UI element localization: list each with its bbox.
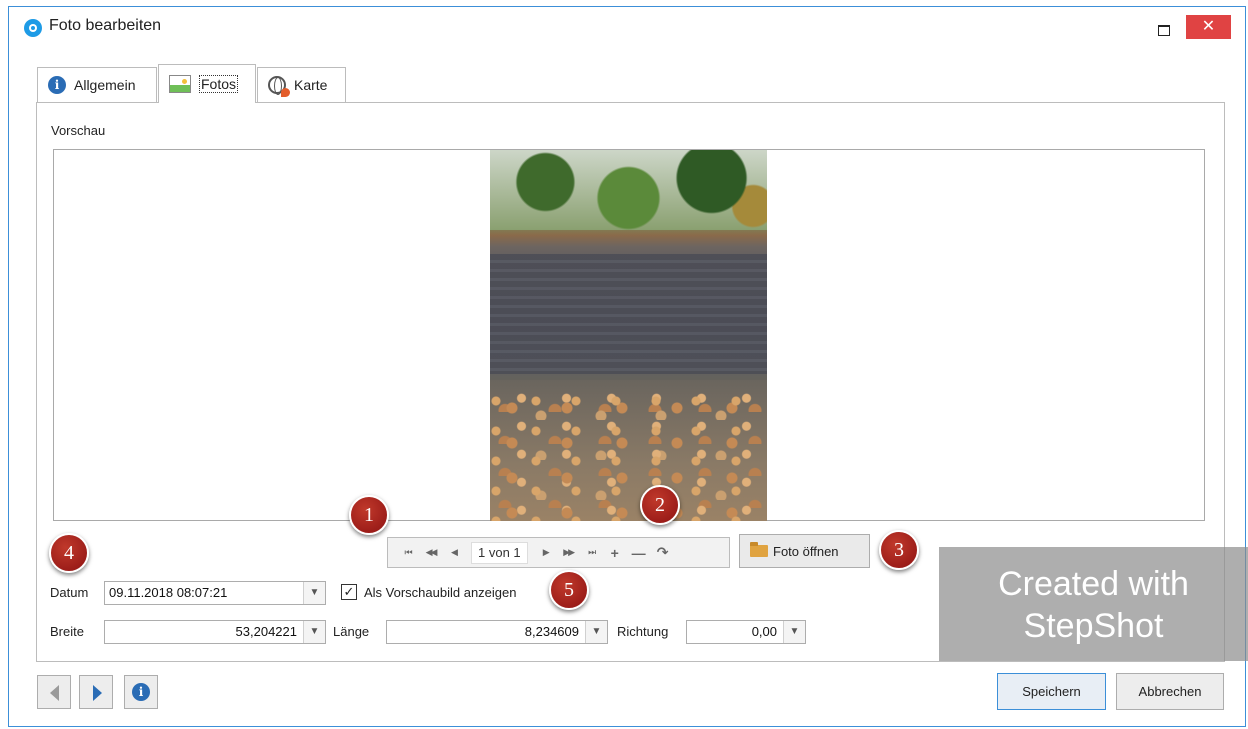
info-icon: i — [48, 76, 66, 94]
step-marker-3: 3 — [879, 530, 919, 570]
previous-photo-button[interactable] — [37, 675, 71, 709]
remove-record-button[interactable]: — — [627, 545, 651, 561]
date-value: 09.11.2018 08:07:21 — [109, 585, 228, 600]
date-field[interactable]: 09.11.2018 08:07:21 ▼ — [104, 581, 326, 605]
longitude-field[interactable]: 8,234609 ▼ — [386, 620, 608, 644]
add-record-button[interactable]: + — [603, 545, 627, 561]
photo-trees — [490, 150, 767, 230]
next-page-button[interactable]: ▶▶ — [557, 547, 580, 558]
step-marker-5: 5 — [549, 570, 589, 610]
longitude-label: Länge — [333, 624, 370, 639]
tab-karte[interactable]: Karte — [257, 67, 346, 102]
previous-record-button[interactable]: ◀ — [442, 547, 465, 558]
tab-fotos-label: Fotos — [199, 75, 239, 93]
preview-checkbox[interactable]: ✓ — [341, 584, 357, 600]
info-button[interactable]: i — [124, 675, 158, 709]
tab-fotos[interactable]: Fotos — [158, 64, 256, 103]
photo-icon — [169, 75, 191, 93]
tab-allgemein[interactable]: i Allgemein — [37, 67, 157, 102]
chevron-down-icon[interactable]: ▼ — [783, 621, 805, 643]
latitude-value: 53,204221 — [235, 624, 297, 639]
maximize-button[interactable] — [1150, 18, 1176, 40]
stepshot-watermark: Created with StepShot — [939, 547, 1248, 661]
open-photo-button[interactable]: Foto öffnen — [739, 534, 870, 568]
rotate-button[interactable]: ↷ — [651, 544, 675, 561]
step-marker-4: 4 — [49, 533, 89, 573]
next-photo-button[interactable] — [79, 675, 113, 709]
photo-preview-image — [490, 150, 767, 521]
record-position-text[interactable]: 1 von 1 — [471, 541, 528, 564]
next-record-button[interactable]: ▶ — [534, 547, 557, 558]
latitude-label: Breite — [50, 624, 84, 639]
last-record-button[interactable]: ⏭ — [580, 547, 603, 558]
photo-leaves — [490, 380, 767, 521]
open-photo-label: Foto öffnen — [773, 543, 839, 559]
photo-navigator: ⏮ ◀◀ ◀ 1 von 1 ▶ ▶▶ ⏭ + — ↷ — [387, 537, 730, 568]
info-icon: i — [132, 683, 150, 701]
preview-checkbox-label: Als Vorschaubild anzeigen — [364, 585, 517, 600]
date-label: Datum — [50, 585, 89, 600]
tab-karte-label: Karte — [294, 77, 328, 93]
step-marker-1: 1 — [349, 495, 389, 535]
chevron-down-icon[interactable]: ▼ — [303, 582, 325, 604]
close-button[interactable]: ✕ — [1186, 15, 1231, 39]
latitude-field[interactable]: 53,204221 ▼ — [104, 620, 326, 644]
app-camera-icon — [24, 19, 42, 37]
direction-label: Richtung — [617, 624, 669, 639]
chevron-down-icon[interactable]: ▼ — [585, 621, 607, 643]
preview-label: Vorschau — [51, 123, 106, 138]
chevron-down-icon[interactable]: ▼ — [303, 621, 325, 643]
globe-icon — [268, 76, 290, 97]
longitude-value: 8,234609 — [524, 624, 579, 639]
step-marker-2: 2 — [640, 485, 680, 525]
direction-field[interactable]: 0,00 ▼ — [686, 620, 806, 644]
window-title: Foto bearbeiten — [49, 17, 162, 34]
previous-page-button[interactable]: ◀◀ — [419, 547, 442, 558]
cancel-button[interactable]: Abbrechen — [1116, 673, 1224, 710]
watermark-line1: Created with — [998, 565, 1189, 603]
tab-allgemein-label: Allgemein — [74, 77, 136, 93]
folder-icon — [750, 542, 768, 557]
first-record-button[interactable]: ⏮ — [396, 547, 419, 558]
photo-road — [490, 254, 767, 374]
watermark-line2: StepShot — [1023, 607, 1164, 645]
save-button[interactable]: Speichern — [997, 673, 1106, 710]
